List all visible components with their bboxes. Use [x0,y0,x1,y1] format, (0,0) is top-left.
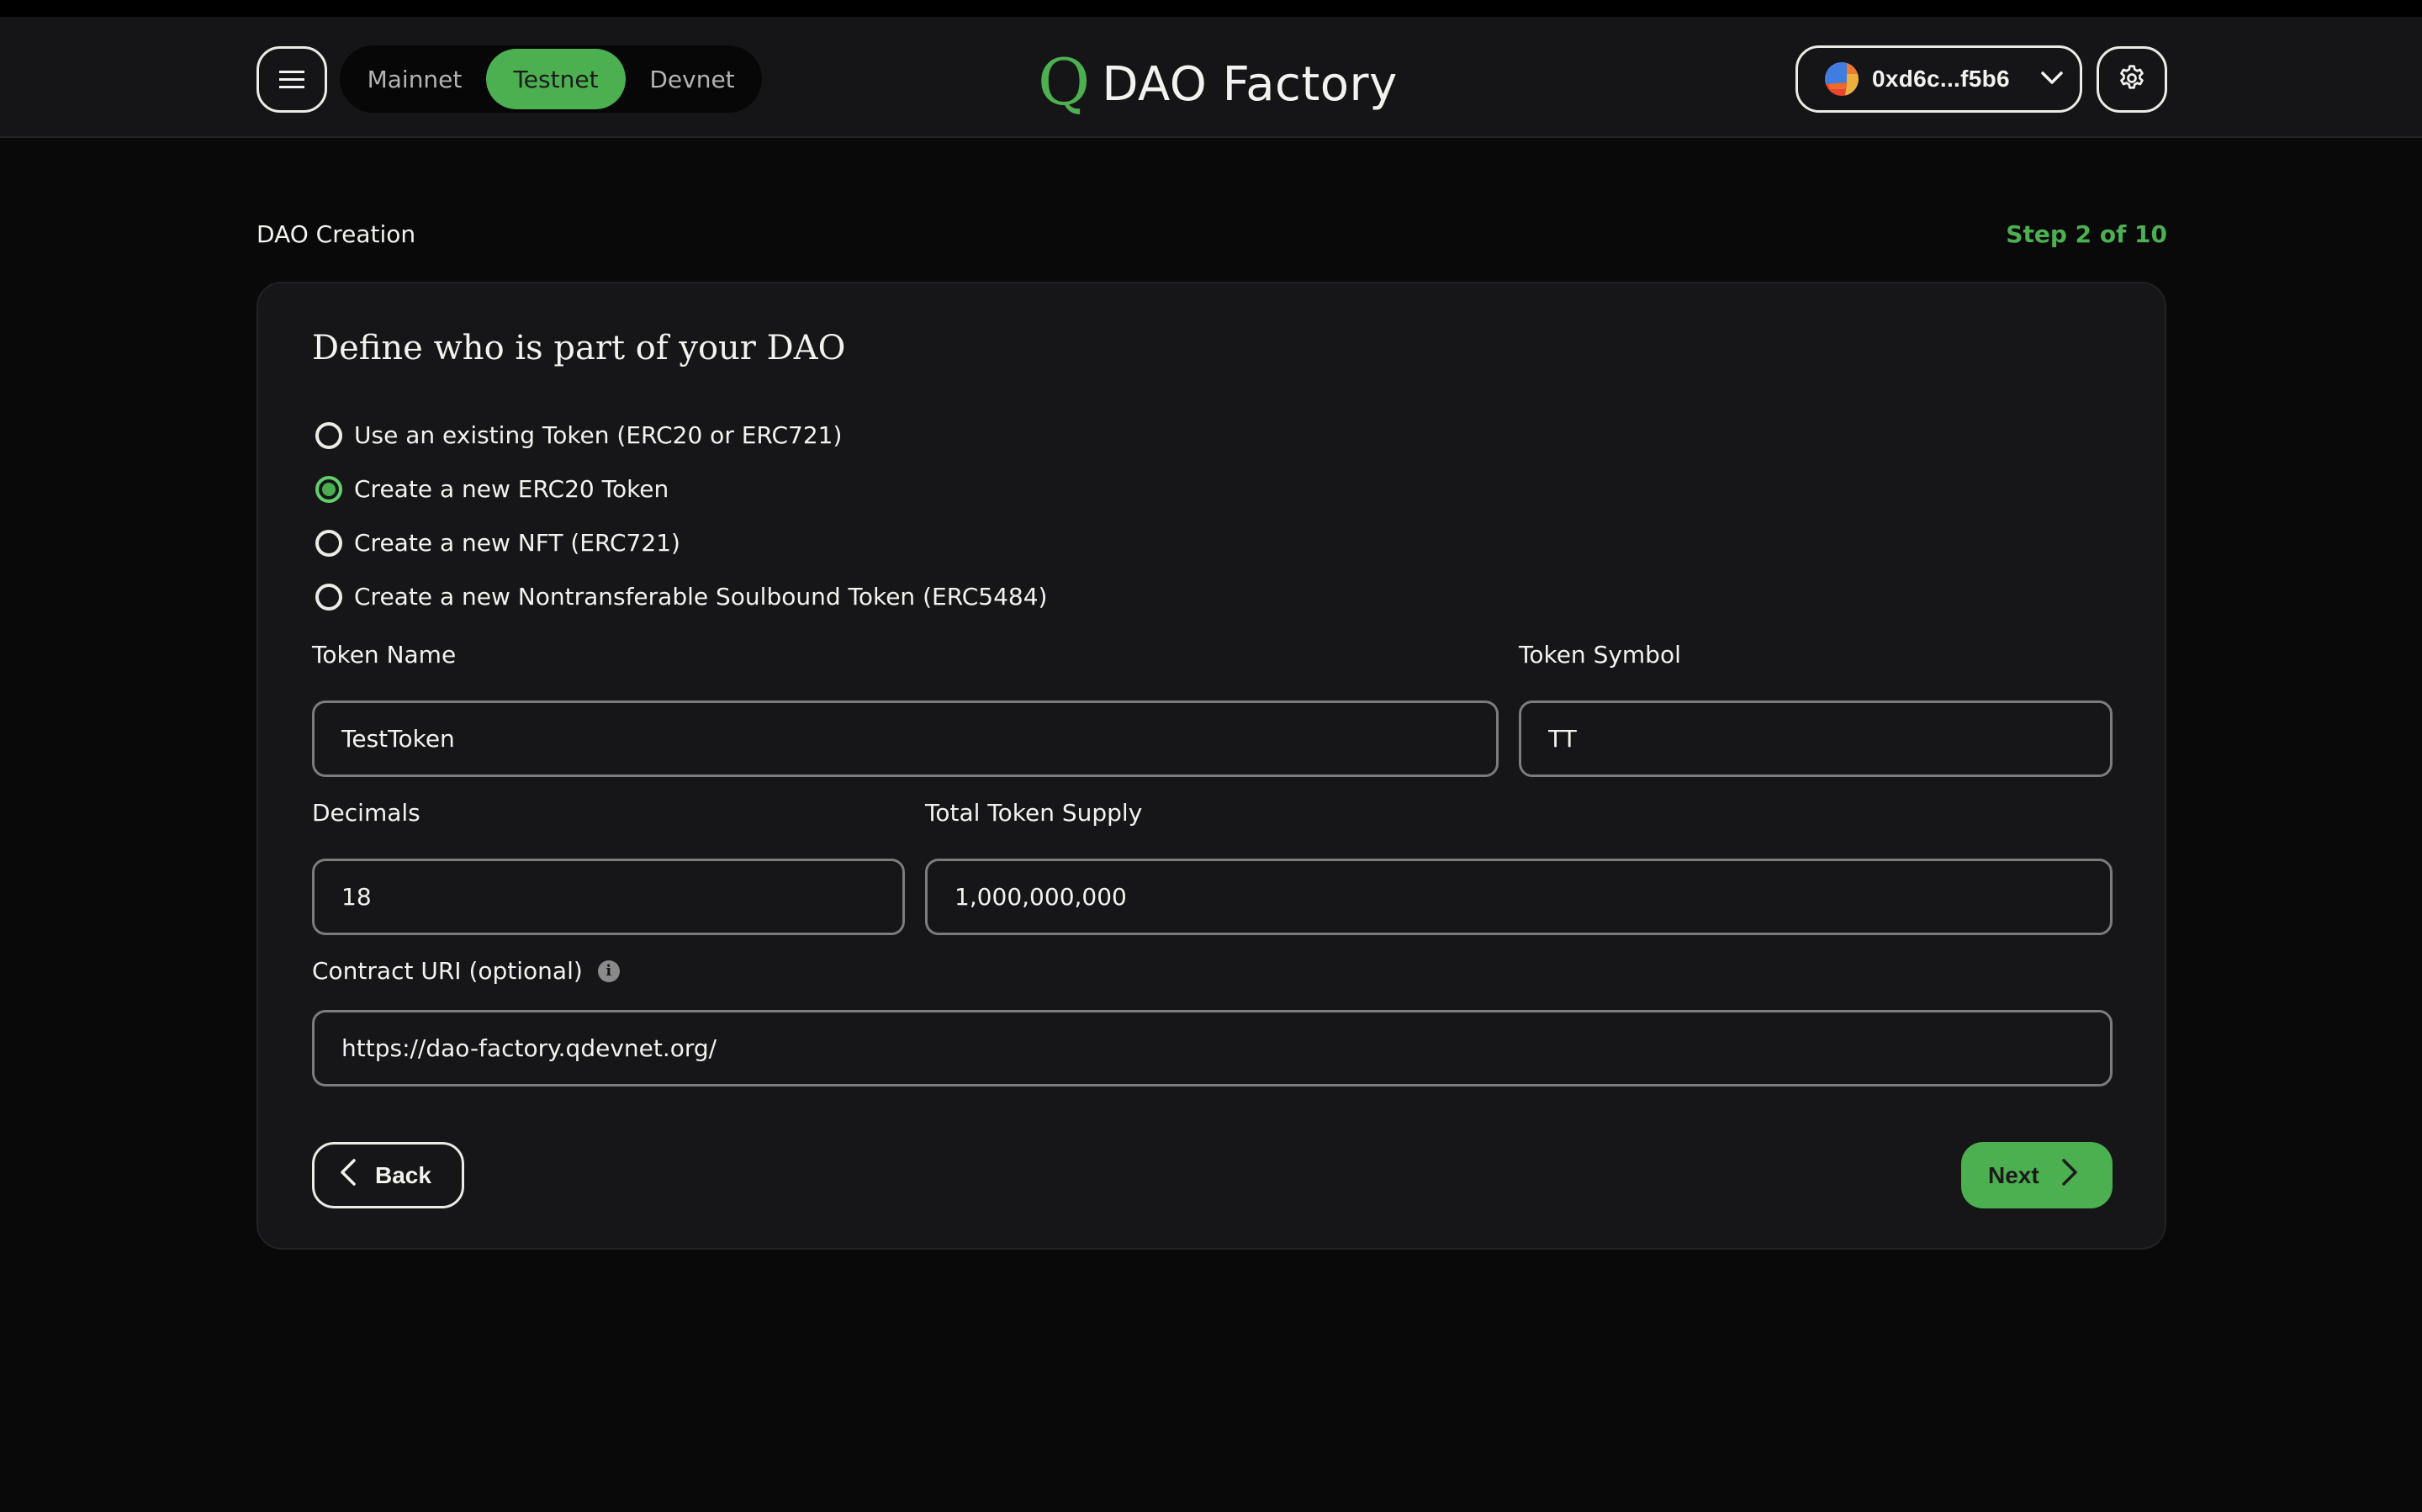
radio-checked[interactable] [315,475,342,503]
token-symbol-label: Token Symbol [1519,641,1681,669]
app-logo[interactable]: Q DAO Factory [1038,50,1398,118]
decimals-input[interactable] [312,859,905,935]
contract-uri-label-row: Contract URI (optional) i [312,957,620,985]
q-logo-icon: Q [1038,45,1091,119]
option-existing-token[interactable]: Use an existing Token (ERC20 or ERC721) [315,421,842,449]
gear-icon [2117,63,2147,96]
page-section-label: DAO Creation [256,220,416,248]
option-label: Create a new Nontransferable Soulbound T… [354,583,1048,611]
app-title: DAO Factory [1102,56,1398,112]
wallet-address: 0xd6c...f5b6 [1872,66,2010,92]
decimals-label: Decimals [312,799,420,827]
wallet-avatar-icon [1825,62,1859,96]
info-icon[interactable]: i [597,960,620,982]
hamburger-menu-icon [279,71,304,88]
contract-uri-input[interactable] [312,1010,2113,1086]
total-supply-input[interactable] [925,859,2113,935]
step-indicator: Step 2 of 10 [2006,220,2167,248]
window-top-strip [0,0,2422,17]
chevron-down-icon [2040,71,2064,88]
chevron-right-icon [2061,1158,2078,1192]
radio-unchecked[interactable] [315,583,342,611]
dao-creation-card: Define who is part of your DAO Use an ex… [256,282,2166,1250]
option-label: Use an existing Token (ERC20 or ERC721) [354,421,843,449]
wallet-button[interactable]: 0xd6c...f5b6 [1795,45,2082,113]
network-tab-mainnet[interactable]: Mainnet [343,49,486,109]
menu-button[interactable] [256,46,327,113]
network-tab-devnet[interactable]: Devnet [626,49,759,109]
radio-unchecked[interactable] [315,421,342,449]
form-title: Define who is part of your DAO [312,329,846,367]
chevron-left-icon [340,1158,357,1192]
contract-uri-label: Contract URI (optional) [312,957,583,985]
network-tab-testnet[interactable]: Testnet [486,49,626,109]
token-name-label: Token Name [312,641,457,669]
total-supply-label: Total Token Supply [925,799,1143,827]
app-header: Mainnet Testnet Devnet Q DAO Factory 0xd… [0,17,2422,138]
next-label: Next [1988,1161,2039,1188]
option-new-erc20[interactable]: Create a new ERC20 Token [315,475,669,503]
settings-button[interactable] [2097,46,2167,113]
option-new-nft[interactable]: Create a new NFT (ERC721) [315,529,680,557]
option-label: Create a new NFT (ERC721) [354,529,680,557]
token-name-input[interactable] [312,700,1499,777]
back-label: Back [375,1161,431,1188]
back-button[interactable]: Back [312,1142,464,1208]
network-switcher: Mainnet Testnet Devnet [340,45,762,113]
token-symbol-input[interactable] [1519,700,2113,777]
next-button[interactable]: Next [1961,1142,2113,1208]
option-label: Create a new ERC20 Token [354,475,669,503]
option-new-soulbound[interactable]: Create a new Nontransferable Soulbound T… [315,583,1047,611]
radio-unchecked[interactable] [315,529,342,557]
